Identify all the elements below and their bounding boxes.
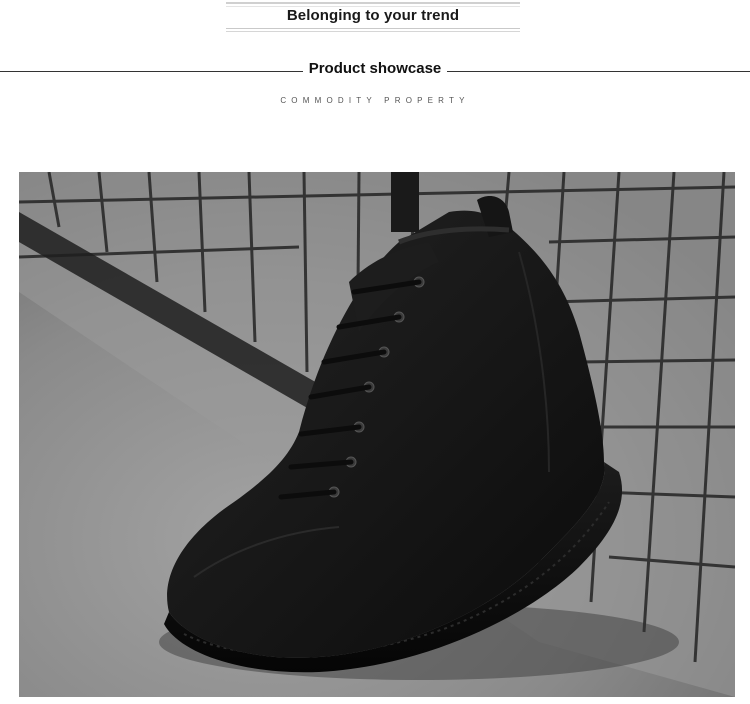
tagline-bottom-inner-rule <box>226 31 520 32</box>
section-subtitle: COMMODITY PROPERTY <box>280 96 470 105</box>
tagline-bottom-rule <box>226 28 520 29</box>
section-title: Product showcase <box>308 60 442 77</box>
tagline-top-rule <box>226 2 520 4</box>
section-heading: Product showcase <box>0 58 750 80</box>
product-photo <box>19 172 735 697</box>
heading-left-line <box>0 71 303 72</box>
tagline-text: Belonging to your trend <box>286 7 460 24</box>
heading-right-line <box>447 71 750 72</box>
tagline-banner: Belonging to your trend <box>226 0 520 33</box>
boot-photo-icon <box>19 172 735 697</box>
